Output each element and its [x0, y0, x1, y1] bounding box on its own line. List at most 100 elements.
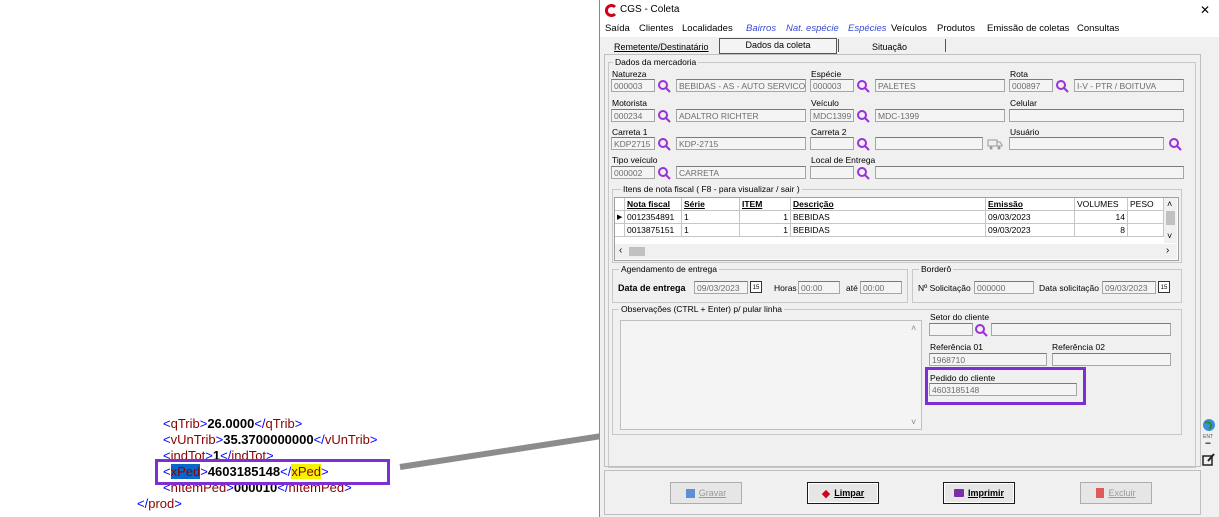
- carreta2-code-field[interactable]: [810, 137, 854, 150]
- table-row-1-nota[interactable]: 0012354891: [625, 211, 682, 224]
- veiculo-search-icon[interactable]: [856, 109, 870, 123]
- natureza-search-icon[interactable]: [657, 79, 671, 93]
- menu-nat-especie[interactable]: Nat. espécie: [786, 23, 839, 34]
- table-row-2-volumes[interactable]: 8: [1075, 224, 1128, 237]
- scroll-down-icon[interactable]: ˅: [1167, 231, 1172, 241]
- motorista-search-icon[interactable]: [657, 109, 671, 123]
- scroll-thumb[interactable]: [1166, 211, 1175, 225]
- edit-icon[interactable]: [1202, 452, 1216, 466]
- row-indicator-header: [615, 198, 625, 211]
- menu-saida[interactable]: Saída: [605, 23, 630, 34]
- menu-clientes[interactable]: Clientes: [639, 23, 673, 34]
- coleta-window: CGS - Coleta ✕ Saída Clientes Localidade…: [599, 0, 1219, 517]
- local-entrega-code-field[interactable]: [810, 166, 854, 179]
- tipo-veiculo-code-field[interactable]: 000002: [611, 166, 655, 179]
- tab-dados-coleta[interactable]: Dados da coleta: [719, 38, 837, 54]
- natureza-code-field[interactable]: 000003: [611, 79, 655, 92]
- motorista-desc-field: ADALTRO RICHTER: [676, 109, 806, 122]
- table-row-1-item[interactable]: 1: [740, 211, 791, 224]
- data-solicitacao-field[interactable]: 09/03/2023: [1102, 281, 1156, 294]
- horizontal-scrollbar[interactable]: ‹ ›: [615, 244, 1177, 259]
- imprimir-button[interactable]: Imprimir: [943, 482, 1015, 504]
- tipo-veiculo-search-icon[interactable]: [657, 166, 671, 180]
- setor-cliente-search-icon[interactable]: [974, 323, 988, 337]
- truck-icon[interactable]: [987, 138, 1003, 150]
- menu-produtos[interactable]: Produtos: [937, 23, 975, 34]
- imprimir-label: Imprimir: [967, 488, 1004, 498]
- col-header-item[interactable]: ITEM: [740, 198, 791, 211]
- menu-especies[interactable]: Espécies: [848, 23, 887, 34]
- col-header-emissao[interactable]: Emissão: [986, 198, 1075, 211]
- especie-search-icon[interactable]: [856, 79, 870, 93]
- globe-icon[interactable]: [1202, 418, 1216, 432]
- table-row-2-descricao[interactable]: BEBIDAS: [791, 224, 986, 237]
- menu-bairros[interactable]: Bairros: [746, 23, 776, 34]
- rota-search-icon[interactable]: [1055, 79, 1069, 93]
- ent-icon[interactable]: ENT ▬: [1202, 434, 1214, 448]
- table-row-2-nota[interactable]: 0013875151: [625, 224, 682, 237]
- table-row-2-peso[interactable]: [1128, 224, 1164, 237]
- setor-cliente-code-field[interactable]: [929, 323, 973, 336]
- col-header-volumes[interactable]: VOLUMES: [1075, 198, 1128, 211]
- col-header-peso[interactable]: PESO: [1128, 198, 1164, 211]
- calendar-icon-2[interactable]: 15: [1158, 281, 1170, 293]
- table-row-2-item[interactable]: 1: [740, 224, 791, 237]
- local-entrega-search-icon[interactable]: [856, 166, 870, 180]
- carreta2-desc-field: [875, 137, 983, 150]
- vertical-scrollbar[interactable]: ˄ ˅: [1164, 198, 1177, 243]
- motorista-code-field[interactable]: 000234: [611, 109, 655, 122]
- carreta1-desc-field: KDP-2715: [676, 137, 806, 150]
- label-setor-cliente: Setor do cliente: [930, 312, 990, 322]
- scroll-left-icon[interactable]: ‹: [619, 245, 622, 256]
- group-title-mercadoria: Dados da mercadoria: [613, 57, 699, 67]
- tab-situacao[interactable]: Situação: [872, 42, 907, 52]
- especie-code-field[interactable]: 000003: [810, 79, 854, 92]
- table-row-2-emissao[interactable]: 09/03/2023: [986, 224, 1075, 237]
- col-header-descricao[interactable]: Descrição: [791, 198, 986, 211]
- referencia-02-field[interactable]: [1052, 353, 1171, 366]
- eraser-icon: ◆: [821, 487, 831, 500]
- scroll-up-icon[interactable]: ˄: [1167, 199, 1172, 209]
- menu-localidades[interactable]: Localidades: [682, 23, 733, 34]
- menu-emissao-coletas[interactable]: Emissão de coletas: [987, 23, 1069, 34]
- tab-separator: [838, 39, 839, 52]
- excluir-button[interactable]: Excluir: [1080, 482, 1152, 504]
- carreta2-search-icon[interactable]: [856, 137, 870, 151]
- horas-from-field[interactable]: 00:00: [798, 281, 840, 294]
- col-header-nota[interactable]: Nota fiscal: [625, 198, 682, 211]
- veiculo-code-field[interactable]: MDC1399: [810, 109, 854, 122]
- rota-code-field[interactable]: 000897: [1009, 79, 1053, 92]
- usuario-field[interactable]: [1009, 137, 1164, 150]
- carreta1-search-icon[interactable]: [657, 137, 671, 151]
- referencia-01-field[interactable]: 1968710: [929, 353, 1047, 366]
- table-row-1-peso[interactable]: [1128, 211, 1164, 224]
- observacoes-textarea[interactable]: ˄ ˅: [620, 320, 922, 430]
- scroll-right-icon[interactable]: ›: [1166, 245, 1169, 256]
- close-icon[interactable]: ✕: [1200, 3, 1210, 17]
- limpar-button[interactable]: ◆ Limpar: [807, 482, 879, 504]
- menu-veiculos[interactable]: Veículos: [891, 23, 927, 34]
- solicitacao-field[interactable]: 000000: [974, 281, 1034, 294]
- label-tipo-veiculo: Tipo veículo: [612, 155, 658, 165]
- label-horas: Horas: [774, 283, 797, 293]
- celular-field[interactable]: [1009, 109, 1184, 122]
- table-row-1-emissao[interactable]: 09/03/2023: [986, 211, 1075, 224]
- carreta1-code-field[interactable]: KDP2715: [611, 137, 655, 150]
- hscroll-thumb[interactable]: [629, 247, 645, 256]
- table-row-1-descricao[interactable]: BEBIDAS: [791, 211, 986, 224]
- data-entrega-field[interactable]: 09/03/2023: [694, 281, 748, 294]
- obs-scroll-down-icon[interactable]: ˅: [911, 417, 916, 427]
- calendar-icon[interactable]: 15: [750, 281, 762, 293]
- tab-remetente[interactable]: Remetente/Destinatário: [614, 42, 709, 52]
- label-data-entrega: Data de entrega: [618, 283, 686, 293]
- horas-to-field[interactable]: 00:00: [860, 281, 902, 294]
- table-row-2-serie[interactable]: 1: [682, 224, 740, 237]
- table-row-1-volumes[interactable]: 14: [1075, 211, 1128, 224]
- table-row-1-serie[interactable]: 1: [682, 211, 740, 224]
- usuario-search-icon[interactable]: [1168, 137, 1182, 151]
- gravar-label: Gravar: [698, 488, 727, 498]
- col-header-serie[interactable]: Série: [682, 198, 740, 211]
- gravar-button[interactable]: Gravar: [670, 482, 742, 504]
- menu-consultas[interactable]: Consultas: [1077, 23, 1119, 34]
- obs-scroll-up-icon[interactable]: ˄: [911, 323, 916, 333]
